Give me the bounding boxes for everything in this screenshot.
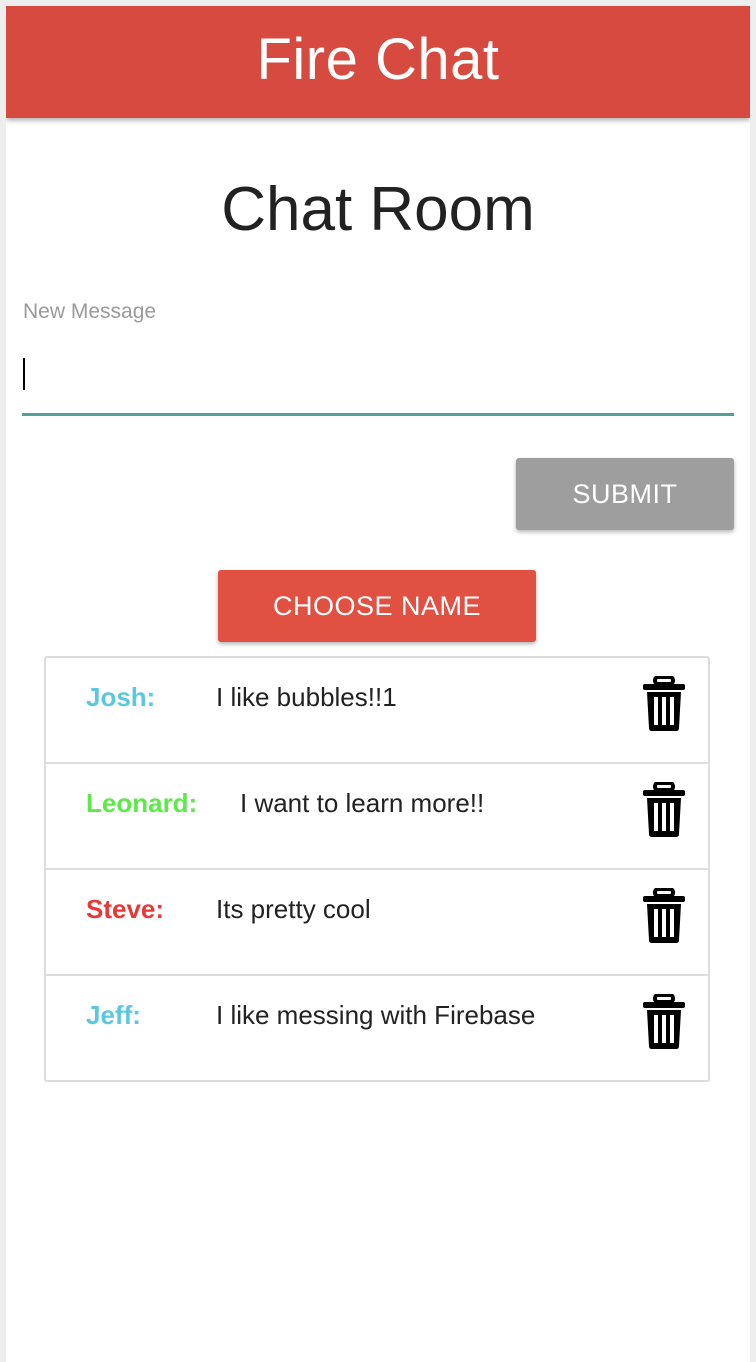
text-cursor [23, 358, 25, 390]
message-author: Jeff: [86, 1000, 141, 1030]
message-author: Steve: [86, 894, 165, 924]
delete-message-button[interactable] [642, 676, 686, 732]
new-message-input[interactable] [22, 346, 734, 416]
message-row: Josh: I like bubbles!!1 [46, 658, 708, 764]
submit-button[interactable]: SUBMIT [516, 458, 734, 530]
message-text: I like bubbles!!1 [216, 682, 397, 712]
app-bar: Fire Chat [6, 6, 750, 118]
message-list: Josh: I like bubbles!!1 Leonard: I want … [44, 656, 710, 1082]
trash-icon [643, 676, 685, 731]
trash-icon [643, 782, 685, 837]
message-author: Leonard: [86, 788, 198, 818]
app-frame: Fire Chat Chat Room New Message SUBMIT C… [6, 6, 750, 1362]
page-title: Chat Room [221, 175, 535, 244]
trash-icon [643, 994, 685, 1049]
message-text: I want to learn more!! [240, 788, 485, 818]
trash-icon [643, 888, 685, 943]
message-text: I like messing with Firebase [216, 1000, 536, 1030]
message-text: Its pretty cool [216, 894, 371, 924]
message-row: Jeff: I like messing with Firebase [46, 976, 708, 1080]
message-row: Steve: Its pretty cool [46, 870, 708, 976]
delete-message-button[interactable] [642, 994, 686, 1050]
delete-message-button[interactable] [642, 888, 686, 944]
message-author: Josh: [86, 682, 156, 712]
message-row: Leonard: I want to learn more!! [46, 764, 708, 870]
app-title: Fire Chat [256, 26, 500, 92]
new-message-label: New Message [23, 300, 157, 323]
delete-message-button[interactable] [642, 782, 686, 838]
choose-name-button[interactable]: CHOOSE NAME [218, 570, 536, 642]
